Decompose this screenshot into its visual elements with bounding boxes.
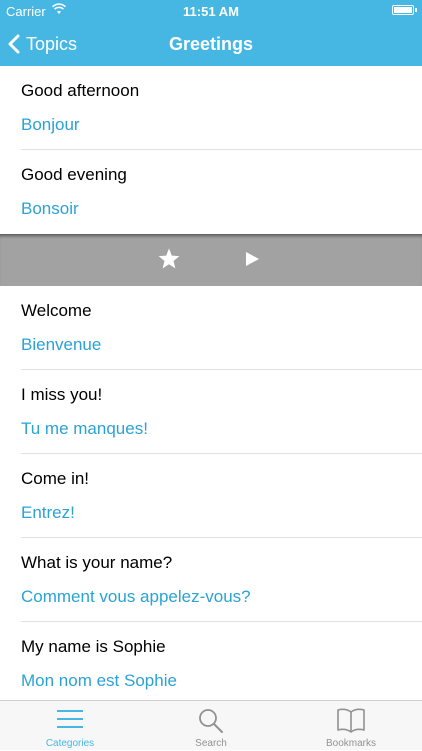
phrase-english: Good evening (21, 165, 127, 184)
phrase-french: Mon nom est Sophie (21, 671, 177, 690)
phrase-french: Bonsoir (21, 199, 79, 218)
search-icon (141, 707, 281, 735)
phrase-french: Comment vous appelez-vous? (21, 587, 251, 606)
page-title: Greetings (168, 34, 254, 54)
play-icon[interactable] (244, 251, 260, 272)
battery-icon (392, 5, 417, 15)
phrase-english: Good afternoon (21, 81, 140, 100)
phrase-french: Entrez! (21, 503, 75, 522)
phrase-english: My name is Sophie (21, 637, 166, 656)
tab-label: Search (195, 738, 227, 749)
list-item[interactable]: My name is Sophie Mon nom est Sophie (0, 622, 422, 706)
phrase-french: Tu me manques! (21, 419, 148, 438)
phrase-english: Welcome (21, 301, 92, 320)
tab-bookmarks[interactable]: Bookmarks (281, 701, 421, 751)
phrase-french: Bienvenue (21, 335, 102, 354)
list-item-selected[interactable]: Good evening Bonsoir (0, 150, 422, 234)
tab-bar: Categories Search Bookmarks (0, 700, 422, 750)
tab-label: Categories (45, 738, 95, 749)
list-icon (0, 707, 140, 735)
list-item[interactable]: What is your name? Comment vous appelez-… (0, 538, 422, 622)
tab-search[interactable]: Search (141, 701, 281, 751)
header: Carrier 11:51 AM Topics Greetings (0, 0, 422, 66)
phrase-english: What is your name? (21, 553, 173, 572)
status-time: 11:51 AM (183, 4, 239, 19)
phrase-action-bar (0, 234, 422, 286)
tab-categories[interactable]: Categories (0, 701, 140, 751)
navigation-bar: Topics Greetings (0, 22, 422, 66)
star-icon[interactable] (157, 247, 181, 276)
phrase-list: Good afternoon Bonjour Good evening Bons… (0, 66, 422, 706)
list-item[interactable]: Come in! Entrez! (0, 454, 422, 538)
status-bar: Carrier 11:51 AM (0, 0, 422, 22)
tab-label: Bookmarks (325, 738, 376, 749)
phrase-english: Come in! (21, 469, 90, 488)
phrase-french: Bonjour (21, 115, 80, 134)
book-icon (281, 707, 421, 735)
phrase-english: I miss you! (21, 385, 103, 404)
list-item[interactable]: Good afternoon Bonjour (0, 66, 422, 150)
list-item[interactable]: Welcome Bienvenue (0, 286, 422, 370)
list-item[interactable]: I miss you! Tu me manques! (0, 370, 422, 454)
